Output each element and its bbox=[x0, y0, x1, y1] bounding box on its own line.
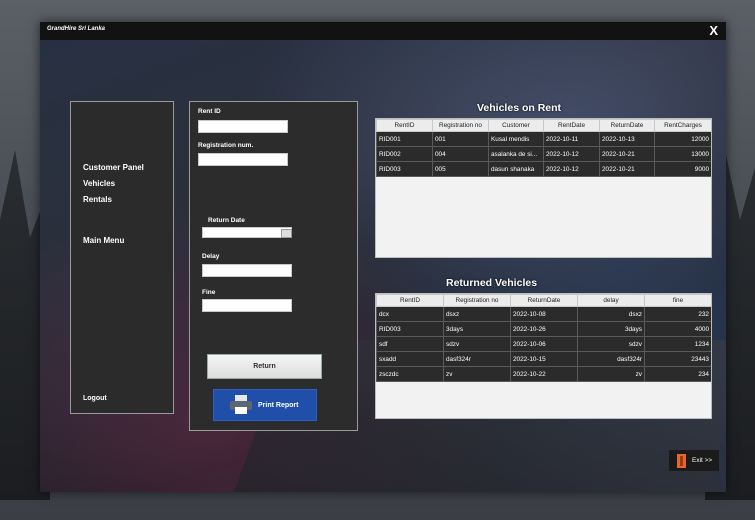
table-cell: 3days bbox=[443, 321, 511, 337]
table-cell: 9000 bbox=[654, 161, 711, 177]
column-header[interactable]: Registration no bbox=[443, 294, 511, 307]
table-cell: 23443 bbox=[644, 351, 711, 367]
table-cell: 2022-10-21 bbox=[599, 161, 655, 177]
table-cell: sdzv bbox=[577, 336, 645, 352]
return-button[interactable]: Return bbox=[207, 354, 322, 379]
column-header[interactable]: ReturnDate bbox=[510, 294, 578, 307]
table-cell: 1234 bbox=[644, 336, 711, 352]
table-cell: 234 bbox=[644, 366, 711, 382]
table-cell: dasf324r bbox=[577, 351, 645, 367]
table-cell: 2022-10-11 bbox=[543, 131, 600, 147]
table-cell: sdzv bbox=[443, 336, 511, 352]
column-header[interactable]: RentID bbox=[376, 119, 433, 132]
fine-input[interactable] bbox=[202, 299, 292, 312]
nav-rentals[interactable]: Rentals bbox=[83, 195, 112, 204]
table-cell: 3days bbox=[577, 321, 645, 337]
table-cell: 001 bbox=[432, 131, 489, 147]
app-window: GrandHire Sri Lanka X Customer Panel Veh… bbox=[40, 22, 726, 492]
printer-icon bbox=[230, 395, 252, 415]
column-header[interactable]: Registration no bbox=[432, 119, 489, 132]
table-cell: sdf bbox=[376, 336, 444, 352]
table-row[interactable]: RID001 001 Kusal mendis 2022-10-11 2022-10-1… bbox=[376, 131, 711, 147]
print-report-label: Print Report bbox=[258, 401, 299, 409]
registration-label: Registration num. bbox=[198, 142, 254, 149]
close-button[interactable]: X bbox=[709, 23, 718, 38]
table-cell: Kusal mendis bbox=[488, 131, 544, 147]
return-date-picker[interactable] bbox=[202, 227, 292, 238]
table-cell: 232 bbox=[644, 306, 711, 322]
table-cell: 2022-10-15 bbox=[510, 351, 578, 367]
table-cell: 2022-10-21 bbox=[599, 146, 655, 162]
table-cell: 2022-10-26 bbox=[510, 321, 578, 337]
table-cell: dasf324r bbox=[443, 351, 511, 367]
title-bar: GrandHire Sri Lanka X bbox=[40, 22, 726, 40]
print-report-button[interactable]: Print Report bbox=[213, 389, 317, 421]
delay-input[interactable] bbox=[202, 264, 292, 277]
table-cell: sxadd bbox=[376, 351, 444, 367]
table-cell: 2022-10-22 bbox=[510, 366, 578, 382]
table-row[interactable]: zsczdc zv 2022-10-22 zv 234 bbox=[376, 366, 711, 382]
table-cell: RID001 bbox=[376, 131, 433, 147]
rent-id-input[interactable] bbox=[198, 120, 288, 133]
table-cell: zv bbox=[577, 366, 645, 382]
column-header[interactable]: Customer bbox=[488, 119, 544, 132]
return-form-panel: Rent ID Registration num. Return Date De… bbox=[189, 101, 358, 431]
nav-logout[interactable]: Logout bbox=[83, 395, 107, 402]
column-header[interactable]: RentCharges bbox=[654, 119, 711, 132]
vehicles-on-rent-title: Vehicles on Rent bbox=[477, 102, 562, 114]
exit-door-icon bbox=[677, 453, 686, 468]
column-header[interactable]: fine bbox=[644, 294, 711, 307]
registration-input[interactable] bbox=[198, 153, 288, 166]
table-cell: 2022-10-06 bbox=[510, 336, 578, 352]
table-cell: dsxz bbox=[443, 306, 511, 322]
table-cell: dsxz bbox=[577, 306, 645, 322]
table-cell: 4000 bbox=[644, 321, 711, 337]
exit-button[interactable]: Exit >> bbox=[669, 450, 719, 471]
column-header[interactable]: delay bbox=[577, 294, 645, 307]
background-city-scene: Customer Panel Vehicles Rentals Main Men… bbox=[40, 40, 726, 492]
rent-id-label: Rent ID bbox=[198, 108, 221, 115]
table-row[interactable]: dcx dsxz 2022-10-08 dsxz 232 bbox=[376, 306, 711, 322]
fine-label: Fine bbox=[202, 289, 216, 296]
nav-vehicles[interactable]: Vehicles bbox=[83, 179, 115, 188]
table-cell: zv bbox=[443, 366, 511, 382]
calendar-icon[interactable] bbox=[281, 229, 292, 238]
table-cell: dcx bbox=[376, 306, 444, 322]
table-cell: zsczdc bbox=[376, 366, 444, 382]
column-header[interactable]: RentID bbox=[376, 294, 444, 307]
table-cell: 2022-10-12 bbox=[543, 146, 600, 162]
table-row[interactable]: sxadd dasf324r 2022-10-15 dasf324r 23443 bbox=[376, 351, 711, 367]
table-cell: 13000 bbox=[654, 146, 711, 162]
table-row[interactable]: RID003 3days 2022-10-26 3days 4000 bbox=[376, 321, 711, 337]
app-title: GrandHire Sri Lanka bbox=[47, 26, 106, 32]
table-cell: RID002 bbox=[376, 146, 433, 162]
table-cell: 005 bbox=[432, 161, 489, 177]
table-cell: 2022-10-13 bbox=[599, 131, 655, 147]
exit-label: Exit >> bbox=[692, 457, 713, 464]
nav-customer-panel[interactable]: Customer Panel bbox=[83, 163, 144, 172]
vehicles-on-rent-table[interactable]: RentID Registration no Customer RentDate Ret… bbox=[375, 118, 712, 258]
table-cell: 004 bbox=[432, 146, 489, 162]
table-cell: dasun shanaka bbox=[488, 161, 544, 177]
table-cell: asalanka de si... bbox=[488, 146, 544, 162]
table-row[interactable]: RID002 004 asalanka de si... 2022-10-12 2022… bbox=[376, 146, 711, 162]
table-cell: RID003 bbox=[376, 161, 433, 177]
table-row[interactable]: sdf sdzv 2022-10-06 sdzv 1234 bbox=[376, 336, 711, 352]
nav-main-menu[interactable]: Main Menu bbox=[83, 236, 124, 245]
nav-panel: Customer Panel Vehicles Rentals Main Men… bbox=[70, 101, 174, 414]
table-cell: 12000 bbox=[654, 131, 711, 147]
returned-vehicles-title: Returned Vehicles bbox=[446, 277, 538, 289]
column-header[interactable]: ReturnDate bbox=[599, 119, 655, 132]
delay-label: Delay bbox=[202, 253, 220, 260]
table-cell: 2022-10-12 bbox=[543, 161, 600, 177]
table-cell: RID003 bbox=[376, 321, 444, 337]
table-row[interactable]: RID003 005 dasun shanaka 2022-10-12 2022-10-… bbox=[376, 161, 711, 177]
column-header[interactable]: RentDate bbox=[543, 119, 600, 132]
table-cell: 2022-10-08 bbox=[510, 306, 578, 322]
returned-vehicles-table[interactable]: RentID Registration no ReturnDate delay fine… bbox=[375, 293, 712, 419]
return-date-label: Return Date bbox=[208, 217, 245, 224]
